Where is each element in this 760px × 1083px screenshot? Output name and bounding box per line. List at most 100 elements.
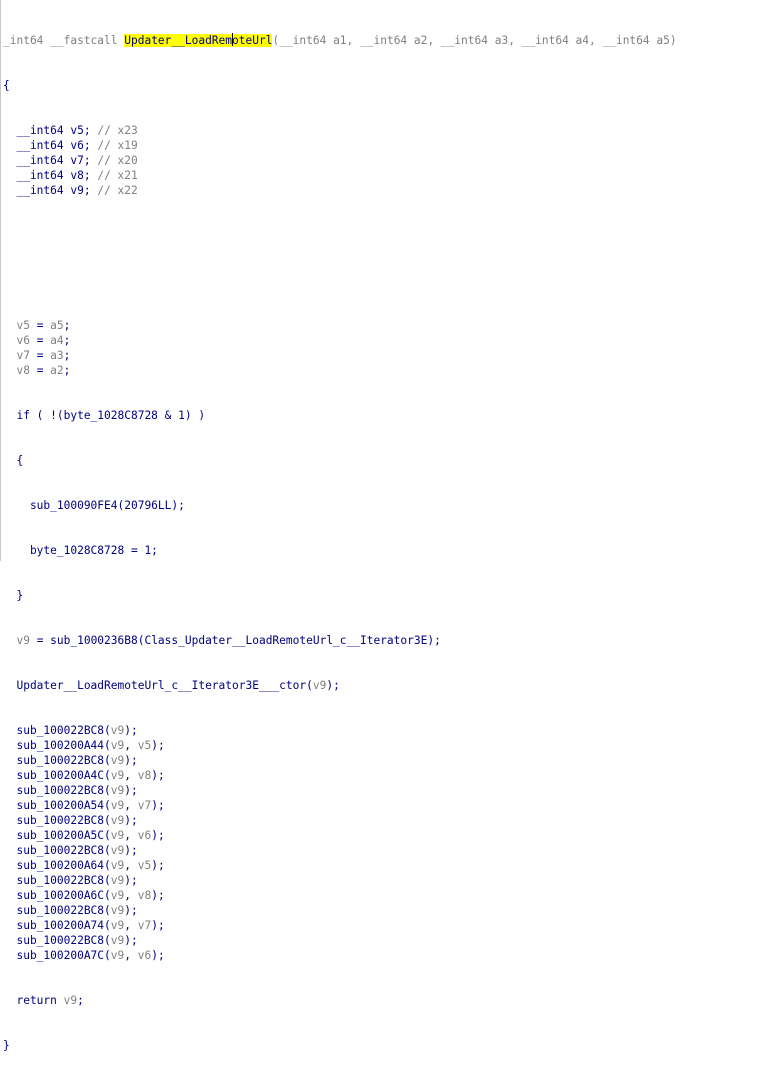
assign-lhs[interactable]: v8 bbox=[3, 364, 29, 377]
v9-lhs[interactable]: v9 bbox=[3, 634, 29, 647]
pseudocode-view[interactable]: _int64 __fastcall Updater__LoadRemoteUrl… bbox=[0, 0, 760, 1052]
decl-type: __int64 bbox=[3, 154, 71, 167]
declaration-line[interactable]: __int64 v5; // x23 bbox=[3, 123, 677, 138]
declaration-line[interactable]: __int64 v6; // x19 bbox=[3, 138, 677, 153]
call-line[interactable]: sub_100022BC8(v9); bbox=[3, 903, 677, 918]
call-line[interactable]: sub_100022BC8(v9); bbox=[3, 813, 677, 828]
call-arg-1[interactable]: v9 bbox=[111, 859, 124, 872]
call-line[interactable]: sub_100200A7C(v9, v6); bbox=[3, 948, 677, 963]
call-line[interactable]: sub_100200A44(v9, v5); bbox=[3, 738, 677, 753]
call-arg-2[interactable]: v5 bbox=[138, 859, 151, 872]
call-line[interactable]: sub_100022BC8(v9); bbox=[3, 843, 677, 858]
declaration-line[interactable]: __int64 v7; // x20 bbox=[3, 153, 677, 168]
call-function[interactable]: sub_100022BC8( bbox=[3, 904, 110, 917]
call-arg-2[interactable]: v7 bbox=[138, 919, 151, 932]
call-function[interactable]: sub_100022BC8( bbox=[3, 874, 110, 887]
assign-rhs[interactable]: a3 bbox=[50, 349, 63, 362]
assignment-line[interactable]: v8 = a2; bbox=[3, 363, 677, 378]
v9-rhs[interactable]: = sub_1000236B8(Class_Updater__LoadRemot… bbox=[30, 634, 441, 647]
call-arg-2[interactable]: v6 bbox=[138, 829, 151, 842]
call-end: ); bbox=[124, 904, 138, 917]
pseudocode-text[interactable]: _int64 __fastcall Updater__LoadRemoteUrl… bbox=[3, 3, 677, 1083]
call-arg-1[interactable]: v9 bbox=[111, 904, 124, 917]
call-function[interactable]: sub_100200A74( bbox=[3, 919, 110, 932]
decl-name[interactable]: v7 bbox=[70, 154, 83, 167]
call-function[interactable]: sub_100022BC8( bbox=[3, 724, 110, 737]
call-end: ); bbox=[151, 799, 165, 812]
call-arg-2[interactable]: v8 bbox=[138, 889, 151, 902]
call-arg-1[interactable]: v9 bbox=[111, 874, 124, 887]
decl-name[interactable]: v9 bbox=[70, 184, 83, 197]
decl-name[interactable]: v5 bbox=[70, 124, 83, 137]
call-function[interactable]: sub_100022BC8( bbox=[3, 784, 110, 797]
call-line[interactable]: sub_100022BC8(v9); bbox=[3, 753, 677, 768]
call-arg-2[interactable]: v6 bbox=[138, 949, 151, 962]
call-arg-1[interactable]: v9 bbox=[111, 829, 124, 842]
init-flag-assign[interactable]: byte_1028C8728 = 1; bbox=[3, 543, 677, 558]
call-function[interactable]: sub_100022BC8( bbox=[3, 754, 110, 767]
call-arg-1[interactable]: v9 bbox=[111, 724, 124, 737]
call-line[interactable]: sub_100022BC8(v9); bbox=[3, 933, 677, 948]
function-name-highlight[interactable]: Updater__LoadRemoteUrl bbox=[124, 33, 273, 47]
assign-rhs[interactable]: a4 bbox=[50, 334, 63, 347]
decl-name[interactable]: v6 bbox=[70, 139, 83, 152]
call-function[interactable]: sub_100200A7C( bbox=[3, 949, 110, 962]
declaration-line[interactable]: __int64 v8; // x21 bbox=[3, 168, 677, 183]
assignment-line[interactable]: v6 = a4; bbox=[3, 333, 677, 348]
call-line[interactable]: sub_100200A4C(v9, v8); bbox=[3, 768, 677, 783]
return-line[interactable]: return v9; bbox=[3, 993, 677, 1008]
call-arg-1[interactable]: v9 bbox=[111, 754, 124, 767]
assign-rhs[interactable]: a2 bbox=[50, 364, 63, 377]
call-arg-1[interactable]: v9 bbox=[111, 739, 124, 752]
assignment-line[interactable]: v5 = a5; bbox=[3, 318, 677, 333]
assign-rhs[interactable]: a5 bbox=[50, 319, 63, 332]
call-arg-2[interactable]: v5 bbox=[138, 739, 151, 752]
assign-lhs[interactable]: v6 bbox=[3, 334, 29, 347]
call-arg-1[interactable]: v9 bbox=[111, 919, 124, 932]
call-function[interactable]: sub_100200A5C( bbox=[3, 829, 110, 842]
call-arg-1[interactable]: v9 bbox=[111, 844, 124, 857]
ctor-call-line[interactable]: Updater__LoadRemoteUrl_c__Iterator3E___c… bbox=[3, 678, 677, 693]
call-function[interactable]: sub_100022BC8( bbox=[3, 934, 110, 947]
call-line[interactable]: sub_100022BC8(v9); bbox=[3, 783, 677, 798]
if-statement[interactable]: if ( !(byte_1028C8728 & 1) ) bbox=[3, 408, 677, 423]
call-line[interactable]: sub_100022BC8(v9); bbox=[3, 873, 677, 888]
decl-name[interactable]: v8 bbox=[70, 169, 83, 182]
assignment-line[interactable]: v7 = a3; bbox=[3, 348, 677, 363]
v9-allocation-line[interactable]: v9 = sub_1000236B8(Class_Updater__LoadRe… bbox=[3, 633, 677, 648]
function-signature[interactable]: _int64 __fastcall Updater__LoadRemoteUrl… bbox=[3, 33, 677, 48]
call-arg-1[interactable]: v9 bbox=[111, 889, 124, 902]
call-function[interactable]: sub_100200A64( bbox=[3, 859, 110, 872]
signature-params: (__int64 a1, __int64 a2, __int64 a3, __i… bbox=[272, 34, 677, 47]
ctor-arg[interactable]: v9 bbox=[313, 679, 326, 692]
call-arg-1[interactable]: v9 bbox=[111, 769, 124, 782]
return-value[interactable]: v9 bbox=[64, 994, 77, 1007]
assign-lhs[interactable]: v5 bbox=[3, 319, 29, 332]
declaration-line[interactable]: __int64 v9; // x22 bbox=[3, 183, 677, 198]
call-arg-2[interactable]: v7 bbox=[138, 799, 151, 812]
call-arg-1[interactable]: v9 bbox=[111, 949, 124, 962]
call-arg-1[interactable]: v9 bbox=[111, 784, 124, 797]
call-function[interactable]: sub_100022BC8( bbox=[3, 844, 110, 857]
assign-op: = bbox=[29, 349, 51, 362]
call-function[interactable]: sub_100200A4C( bbox=[3, 769, 110, 782]
ctor-name[interactable]: Updater__LoadRemoteUrl_c__Iterator3E___c… bbox=[3, 679, 312, 692]
call-function[interactable]: sub_100022BC8( bbox=[3, 814, 110, 827]
call-arg-1[interactable]: v9 bbox=[111, 934, 124, 947]
call-arg-1[interactable]: v9 bbox=[111, 814, 124, 827]
call-line[interactable]: sub_100200A74(v9, v7); bbox=[3, 918, 677, 933]
assign-op: = bbox=[29, 319, 51, 332]
call-line[interactable]: sub_100200A54(v9, v7); bbox=[3, 798, 677, 813]
call-line[interactable]: sub_100200A6C(v9, v8); bbox=[3, 888, 677, 903]
assign-lhs[interactable]: v7 bbox=[3, 349, 29, 362]
call-arg-1[interactable]: v9 bbox=[111, 799, 124, 812]
init-call[interactable]: sub_100090FE4(20796LL); bbox=[3, 498, 677, 513]
call-arg-2[interactable]: v8 bbox=[138, 769, 151, 782]
call-function[interactable]: sub_100200A6C( bbox=[3, 889, 110, 902]
decl-type: __int64 bbox=[3, 139, 71, 152]
call-function[interactable]: sub_100200A54( bbox=[3, 799, 110, 812]
call-line[interactable]: sub_100022BC8(v9); bbox=[3, 723, 677, 738]
call-function[interactable]: sub_100200A44( bbox=[3, 739, 110, 752]
call-line[interactable]: sub_100200A5C(v9, v6); bbox=[3, 828, 677, 843]
call-line[interactable]: sub_100200A64(v9, v5); bbox=[3, 858, 677, 873]
